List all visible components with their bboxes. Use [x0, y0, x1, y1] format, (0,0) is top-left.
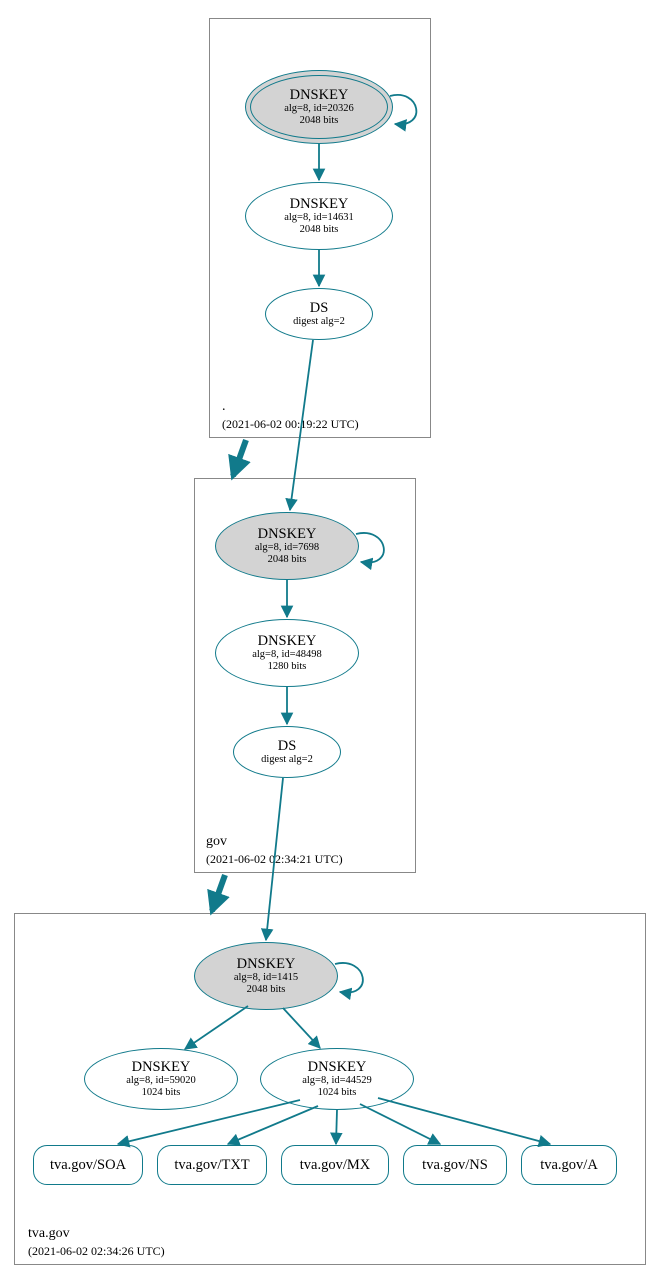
node-sub: 2048 bits — [300, 224, 339, 236]
node-root-ksk: DNSKEY alg=8, id=20326 2048 bits — [245, 70, 393, 144]
zone-gov-label: gov (2021-06-02 02:34:21 UTC) — [206, 833, 343, 869]
node-title: DNSKEY — [237, 956, 296, 973]
zone-root-ts: (2021-06-02 00:19:22 UTC) — [222, 417, 359, 431]
node-title: DNSKEY — [308, 1059, 367, 1076]
node-sub: 2048 bits — [268, 554, 307, 566]
node-gov-ds: DS digest alg=2 — [233, 726, 341, 778]
node-sub: alg=8, id=48498 — [252, 649, 322, 661]
node-gov-ksk: DNSKEY alg=8, id=7698 2048 bits — [215, 512, 359, 580]
zone-gov-ts: (2021-06-02 02:34:21 UTC) — [206, 852, 343, 866]
node-sub: 2048 bits — [247, 984, 286, 996]
rr-label: tva.gov/TXT — [174, 1157, 249, 1174]
rr-label: tva.gov/NS — [422, 1157, 488, 1174]
node-gov-zsk: DNSKEY alg=8, id=48498 1280 bits — [215, 619, 359, 687]
node-title: DNSKEY — [290, 196, 349, 213]
node-rr-ns: tva.gov/NS — [403, 1145, 507, 1185]
node-rr-txt: tva.gov/TXT — [157, 1145, 267, 1185]
node-title: DNSKEY — [290, 87, 349, 104]
node-tva-ksk: DNSKEY alg=8, id=1415 2048 bits — [194, 942, 338, 1010]
node-tva-zsk-a: DNSKEY alg=8, id=59020 1024 bits — [84, 1048, 238, 1110]
zone-root-label: . (2021-06-02 00:19:22 UTC) — [222, 398, 359, 434]
zone-tva-label: tva.gov (2021-06-02 02:34:26 UTC) — [28, 1225, 165, 1261]
node-rr-mx: tva.gov/MX — [281, 1145, 389, 1185]
zone-gov-name: gov — [206, 834, 227, 849]
rr-label: tva.gov/A — [540, 1157, 598, 1174]
node-rr-a: tva.gov/A — [521, 1145, 617, 1185]
node-title: DS — [310, 300, 329, 317]
zone-root-name: . — [222, 399, 226, 414]
node-sub: 1024 bits — [142, 1087, 181, 1099]
node-title: DNSKEY — [132, 1059, 191, 1076]
node-sub: alg=8, id=59020 — [126, 1075, 196, 1087]
zone-tva-ts: (2021-06-02 02:34:26 UTC) — [28, 1244, 165, 1258]
node-sub: alg=8, id=14631 — [284, 212, 354, 224]
node-sub: alg=8, id=7698 — [255, 542, 319, 554]
node-sub: alg=8, id=1415 — [234, 972, 298, 984]
node-title: DNSKEY — [258, 526, 317, 543]
node-root-zsk: DNSKEY alg=8, id=14631 2048 bits — [245, 182, 393, 250]
node-sub: 2048 bits — [300, 115, 339, 127]
rr-label: tva.gov/MX — [300, 1157, 370, 1174]
node-title: DS — [278, 738, 297, 755]
rr-label: tva.gov/SOA — [50, 1157, 126, 1174]
node-sub: 1280 bits — [268, 661, 307, 673]
node-root-ds: DS digest alg=2 — [265, 288, 373, 340]
node-sub: alg=8, id=20326 — [284, 103, 354, 115]
node-sub: digest alg=2 — [293, 316, 345, 328]
node-sub: 1024 bits — [318, 1087, 357, 1099]
node-rr-soa: tva.gov/SOA — [33, 1145, 143, 1185]
zone-tva-name: tva.gov — [28, 1226, 70, 1241]
node-title: DNSKEY — [258, 633, 317, 650]
node-sub: digest alg=2 — [261, 754, 313, 766]
node-sub: alg=8, id=44529 — [302, 1075, 372, 1087]
node-tva-zsk-b: DNSKEY alg=8, id=44529 1024 bits — [260, 1048, 414, 1110]
